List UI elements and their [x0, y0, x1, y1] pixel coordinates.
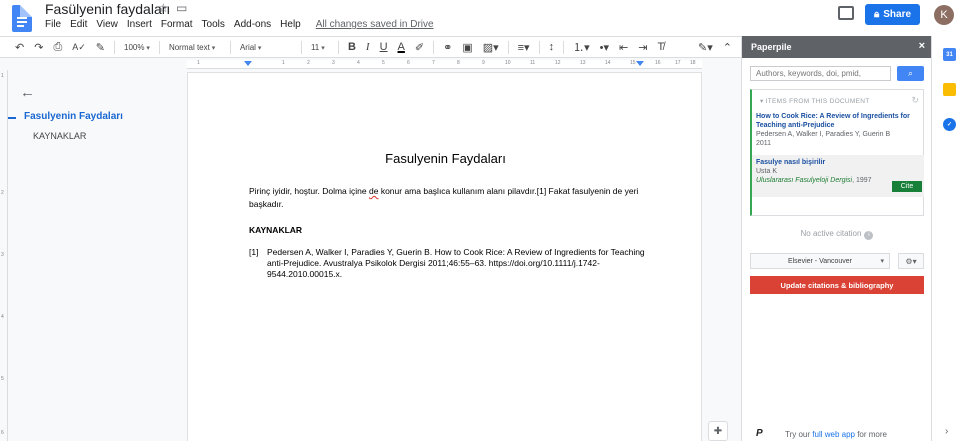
zoom-select[interactable]: 100% [119, 43, 155, 52]
image-icon[interactable]: ▨▾ [478, 41, 504, 54]
expand-rail-icon[interactable]: › [945, 426, 948, 437]
link-icon[interactable]: ⚭ [438, 41, 457, 54]
paperpile-header: Paperpile × [742, 36, 932, 58]
clear-format-icon[interactable]: T̸ [652, 41, 669, 53]
paperpile-panel: Paperpile × ⌕ ▾ ITEMS FROM THIS DOCUMENT… [741, 36, 932, 441]
document-items-list: ▾ ITEMS FROM THIS DOCUMENT ↻ How to Cook… [750, 89, 924, 216]
body-paragraph: Pirinç iyidir, hoştur. Dolma içine de ko… [249, 186, 639, 209]
citation-status: No active citation i [742, 229, 932, 240]
references-heading: KAYNAKLAR [249, 225, 303, 235]
font-select[interactable]: Arial [235, 43, 297, 52]
line-spacing-icon[interactable]: ↕ [544, 41, 560, 53]
comment-add-icon[interactable]: ▣ [457, 41, 477, 54]
editing-mode-icon[interactable]: ✎▾ [693, 41, 718, 54]
avatar[interactable]: K [934, 5, 954, 25]
formatting-toolbar: ↶ ↷ ⎙ A✓ ✎ 100% Normal text Arial 11 B I… [0, 36, 741, 58]
folder-icon[interactable]: ▭ [176, 1, 187, 15]
menu-addons[interactable]: Add-ons [234, 19, 271, 30]
app: Fasülyenin faydaları ☆ ▭ File Edit View … [0, 0, 966, 441]
style-select[interactable]: Normal text [164, 43, 226, 52]
increase-indent-icon[interactable]: ⇥ [633, 41, 652, 54]
redo-icon[interactable]: ↷ [29, 41, 48, 54]
collapse-icon[interactable]: ⌃ [718, 41, 737, 54]
menu-file[interactable]: File [45, 19, 61, 30]
settings-button[interactable]: ⚙▾ [898, 253, 924, 269]
text-color-button[interactable]: A [393, 41, 410, 53]
left-indent-marker[interactable] [244, 61, 252, 66]
share-button[interactable]: 🔒︎ Share [865, 4, 920, 25]
gear-icon: ⚙▾ [905, 256, 917, 266]
spellcheck-icon[interactable]: A✓ [67, 42, 91, 53]
docs-logo-icon[interactable] [12, 5, 32, 32]
menu-edit[interactable]: Edit [70, 19, 87, 30]
horizontal-ruler: 1 1 2 3 4 5 6 7 8 9 10 11 12 13 14 15 16… [0, 58, 741, 70]
items-header: ▾ ITEMS FROM THIS DOCUMENT [760, 98, 870, 105]
refresh-icon[interactable]: ↻ [911, 95, 919, 106]
menu-insert[interactable]: Insert [127, 19, 152, 30]
menu-help[interactable]: Help [280, 19, 301, 30]
close-outline-arrow-icon[interactable]: ← [20, 84, 35, 101]
web-app-link[interactable]: full web app [812, 430, 855, 439]
outline-item-kaynaklar[interactable]: KAYNAKLAR [33, 131, 86, 141]
undo-icon[interactable]: ↶ [10, 41, 29, 54]
paint-format-icon[interactable]: ✎ [91, 41, 110, 54]
close-icon[interactable]: × [919, 40, 925, 52]
cite-button[interactable]: Cite [892, 181, 922, 192]
comments-icon[interactable] [838, 6, 854, 20]
keep-icon[interactable] [943, 83, 956, 96]
document-page[interactable]: Fasulyenin Faydaları Pirinç iyidir, hoşt… [187, 72, 702, 441]
print-icon[interactable]: ⎙ [48, 41, 67, 54]
align-icon[interactable]: ≡▾ [513, 41, 535, 54]
update-citations-button[interactable]: Update citations & bibliography [750, 276, 924, 294]
paperpile-footer: P Try our full web app for more [756, 428, 887, 439]
reference-entry: [1] Pedersen A, Walker I, Paradies Y, Gu… [249, 247, 645, 279]
explore-icon[interactable]: ✚ [708, 421, 728, 441]
underline-button[interactable]: U [375, 41, 393, 53]
menu-bar: File Edit View Insert Format Tools Add-o… [45, 19, 434, 30]
bold-button[interactable]: B [343, 41, 361, 53]
menu-format[interactable]: Format [161, 19, 193, 30]
calendar-icon[interactable]: 31 [943, 48, 956, 61]
bulleted-list-icon[interactable]: •▾ [595, 41, 614, 54]
right-indent-marker[interactable] [636, 61, 644, 66]
menu-view[interactable]: View [96, 19, 118, 30]
paperpile-search-input[interactable] [750, 66, 891, 81]
title-bar: Fasülyenin faydaları ☆ ▭ File Edit View … [0, 0, 966, 36]
star-icon[interactable]: ☆ [158, 1, 169, 15]
highlight-icon[interactable]: ✐ [410, 41, 429, 54]
outline-item-title[interactable]: Fasulyenin Faydaları [24, 111, 123, 122]
document-title[interactable]: Fasülyenin faydaları [45, 1, 170, 17]
lock-icon: 🔒︎ [873, 9, 880, 20]
save-status[interactable]: All changes saved in Drive [316, 19, 434, 30]
tasks-icon[interactable]: ✓ [943, 118, 956, 131]
decrease-indent-icon[interactable]: ⇤ [614, 41, 633, 54]
search-button[interactable]: ⌕ [897, 66, 924, 81]
numbered-list-icon[interactable]: ⒈▾ [568, 39, 595, 55]
paperpile-logo-icon: P [756, 428, 763, 439]
list-item[interactable]: How to Cook Rice: A Review of Ingredient… [756, 112, 922, 148]
addon-rail: 31 ✓ › [931, 36, 966, 441]
italic-button[interactable]: I [361, 41, 375, 53]
outline-active-marker [8, 117, 16, 119]
citation-style-select[interactable]: Elsevier - Vancouver [750, 253, 890, 269]
search-icon: ⌕ [907, 68, 914, 78]
info-icon[interactable]: i [864, 231, 874, 240]
page-title: Fasulyenin Faydaları [385, 151, 506, 166]
list-item[interactable]: Fasulye nasıl bişirilir Usta K Uluslarar… [752, 155, 924, 197]
menu-tools[interactable]: Tools [202, 19, 225, 30]
vertical-ruler: 1 2 3 4 5 6 [0, 70, 8, 441]
font-size-select[interactable]: 11 [306, 43, 334, 52]
